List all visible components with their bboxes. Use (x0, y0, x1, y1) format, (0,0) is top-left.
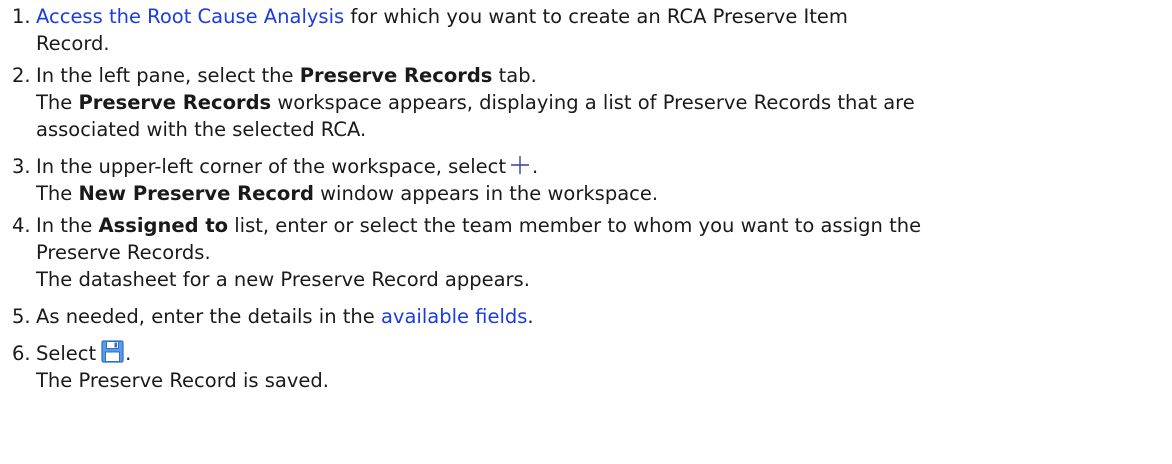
step-text: In the upper-left corner of the workspac… (36, 155, 539, 178)
step-number: 4. (12, 214, 31, 237)
step-3: 3. In the upper-left corner of the works… (0, 153, 1160, 207)
workspace-name: Preserve Records (78, 91, 272, 114)
step-text: In the left pane, select the Preserve Re… (36, 64, 537, 87)
save-icon (101, 340, 124, 363)
step-number: 3. (12, 155, 31, 178)
access-rca-link[interactable]: Access the Root Cause Analysis (36, 5, 344, 28)
step-result-cont: associated with the selected RCA. (36, 118, 367, 141)
step-text: As needed, enter the details in the avai… (36, 305, 534, 328)
step-result: The Preserve Records workspace appears, … (36, 91, 915, 114)
step-text-cont: Preserve Records. (36, 241, 211, 264)
window-name: New Preserve Record (78, 182, 314, 205)
step-1: 1. Access the Root Cause Analysis for wh… (0, 3, 1160, 57)
step-text-cont: Record. (36, 32, 110, 55)
step-number: 2. (12, 64, 31, 87)
step-number: 6. (12, 342, 31, 365)
step-number: 5. (12, 305, 31, 328)
step-number: 1. (12, 5, 31, 28)
step-result: The datasheet for a new Preserve Record … (36, 268, 530, 291)
step-text: In the Assigned to list, enter or select… (36, 214, 922, 237)
step-text: Select. (36, 340, 132, 365)
step-result: The New Preserve Record window appears i… (36, 182, 659, 205)
available-fields-link[interactable]: available fields (381, 305, 527, 328)
procedure-steps: 1. Access the Root Cause Analysis for wh… (0, 3, 1160, 399)
step-result: The Preserve Record is saved. (36, 369, 329, 392)
step-text: Access the Root Cause Analysis for which… (36, 5, 848, 28)
step-6: 6. Select. The Preserve Record is saved. (0, 340, 1160, 394)
plus-icon (511, 156, 530, 174)
step-5: 5. As needed, enter the details in the a… (0, 303, 1160, 330)
list-name: Assigned to (98, 214, 229, 237)
step-2: 2. In the left pane, select the Preserve… (0, 62, 1160, 143)
tab-name: Preserve Records (299, 64, 493, 87)
step-4: 4. In the Assigned to list, enter or sel… (0, 212, 1160, 293)
